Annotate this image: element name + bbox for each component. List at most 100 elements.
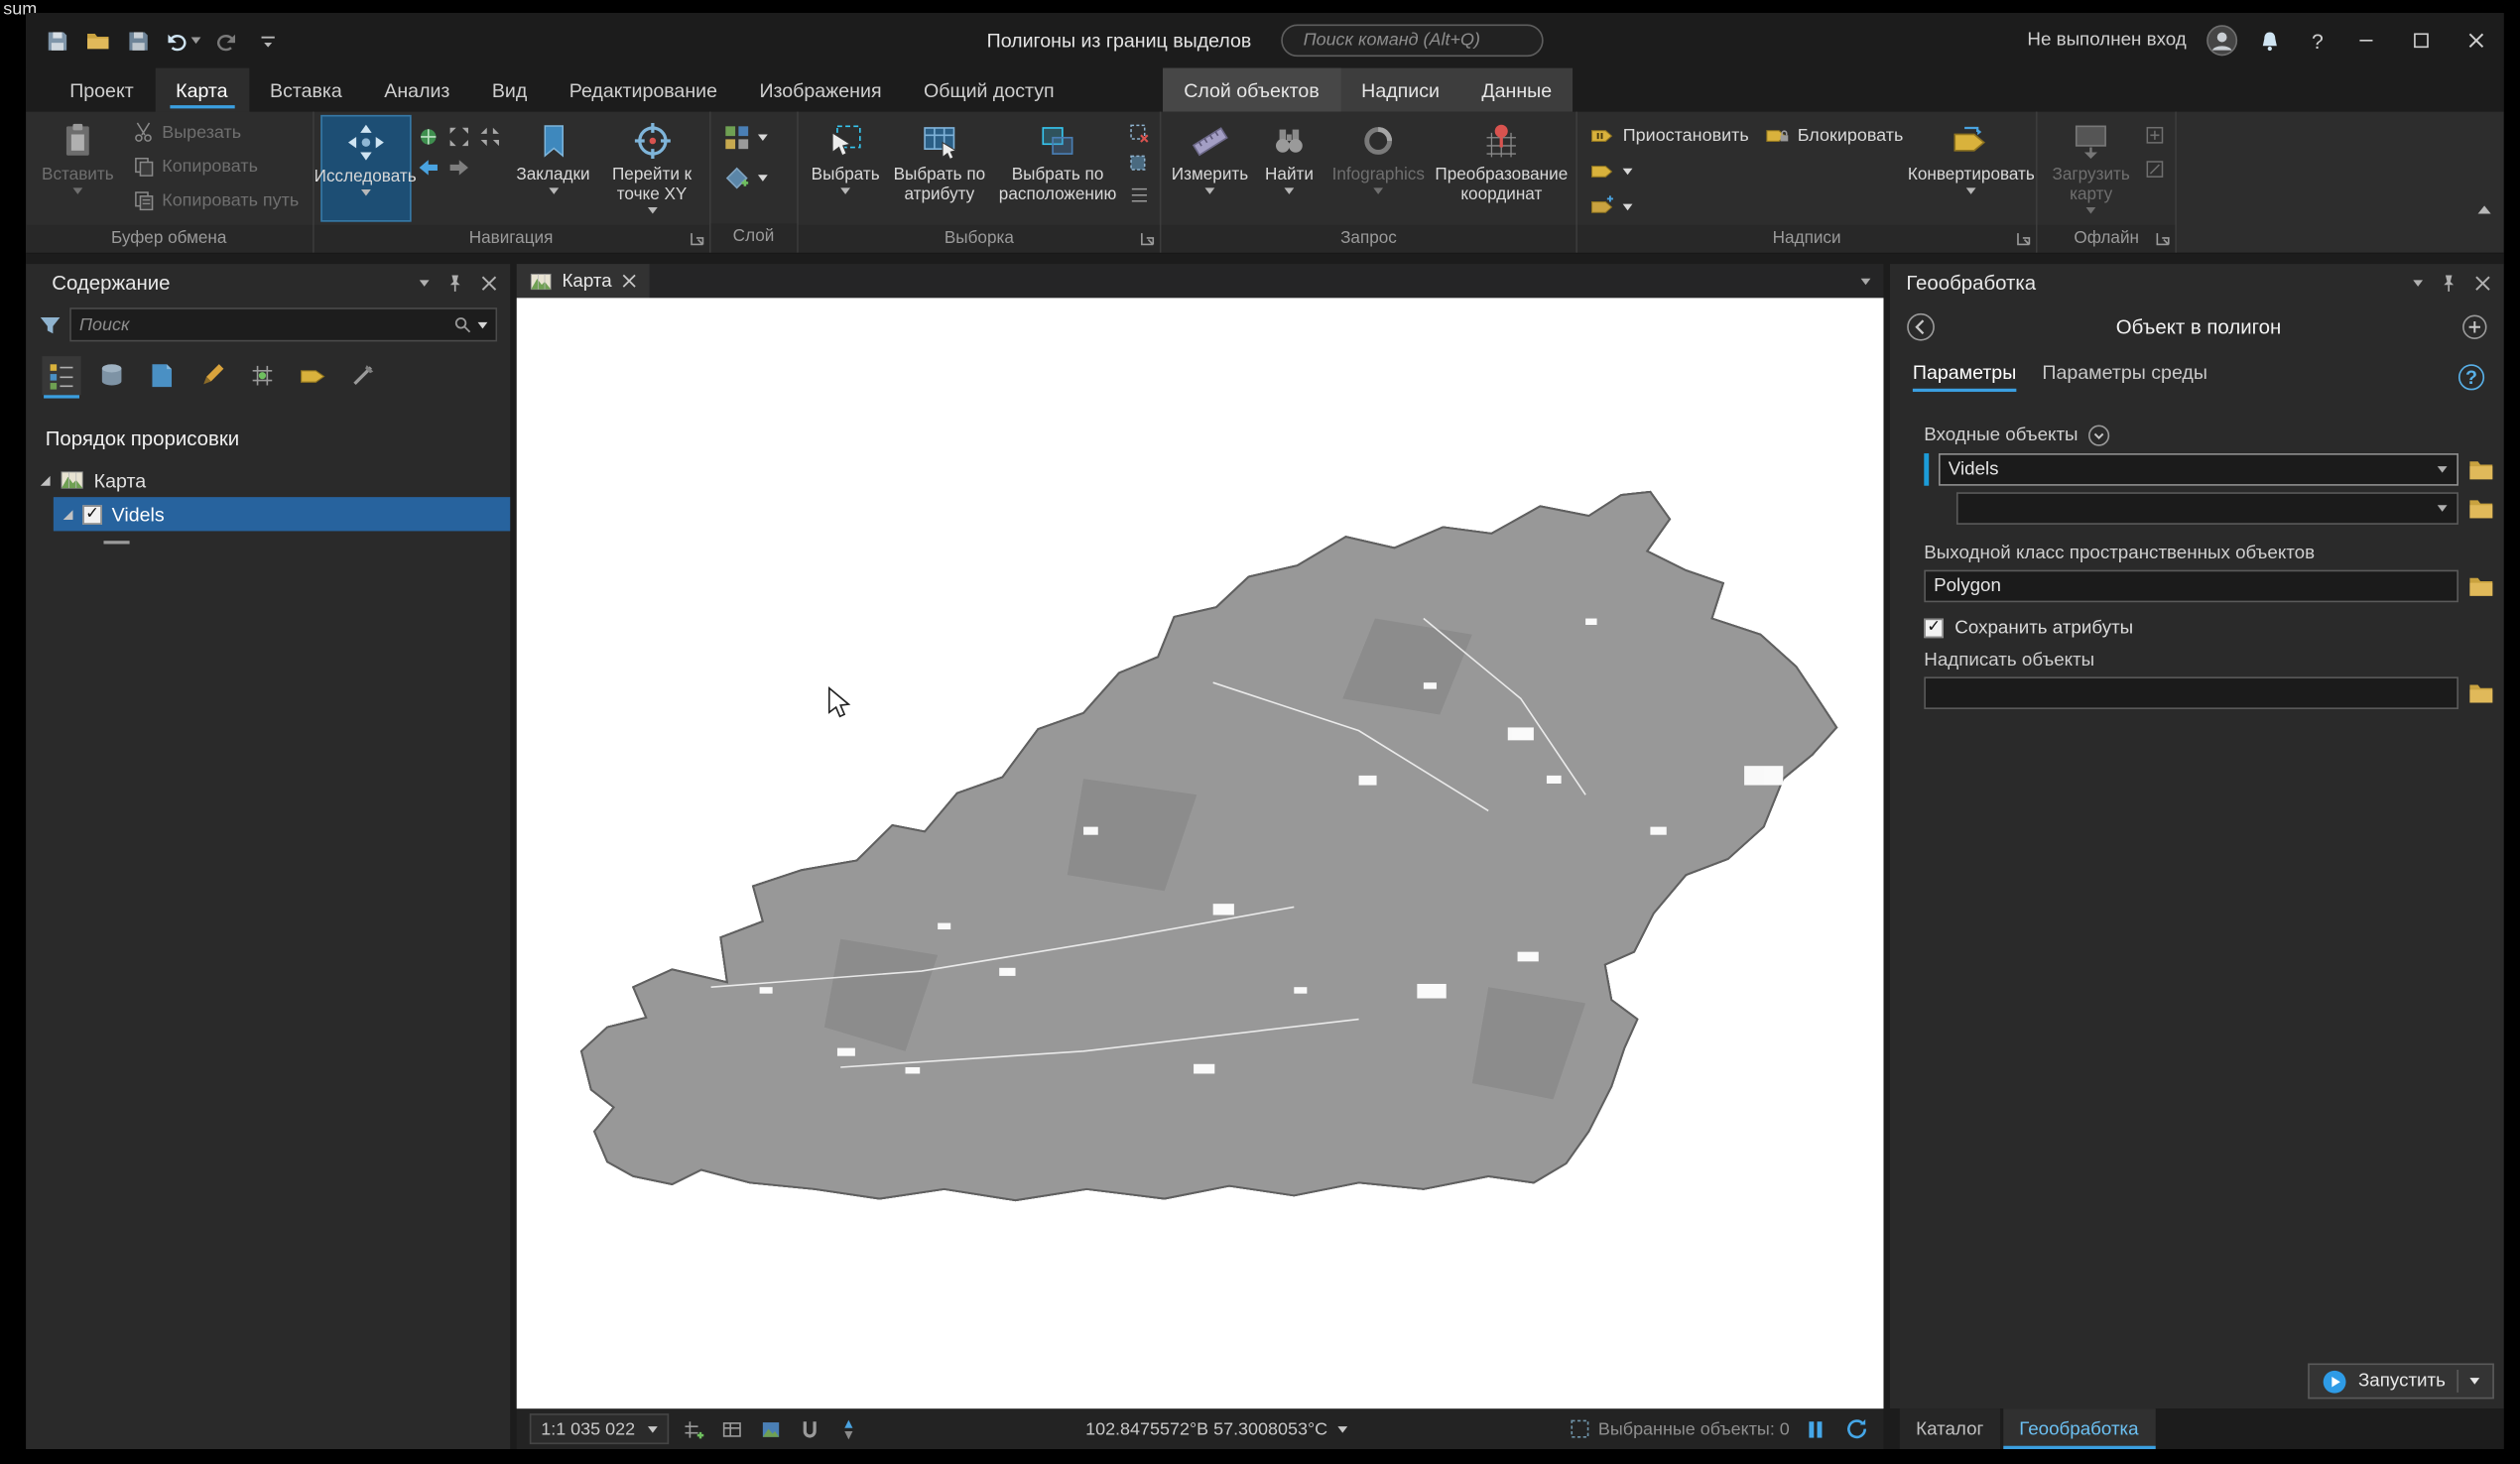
maximize-button[interactable] — [2394, 13, 2450, 68]
keep-attributes-checkbox[interactable] — [1924, 618, 1944, 639]
pause-labels-button[interactable]: Приостановить — [1584, 118, 1756, 152]
filter-icon[interactable] — [39, 313, 62, 336]
input-features-combobox[interactable] — [1938, 453, 2458, 486]
pause-drawing-button[interactable] — [1809, 1420, 1823, 1437]
tab-data[interactable]: Данные — [1460, 68, 1573, 112]
run-button[interactable]: Запустить — [2308, 1363, 2494, 1400]
customize-quick-access-button[interactable] — [249, 20, 285, 61]
sign-in-status[interactable]: Не выполнен вход — [2027, 31, 2186, 51]
full-extent-button[interactable] — [414, 121, 442, 150]
add-data-button[interactable] — [716, 161, 773, 194]
invert-selection-button[interactable] — [1126, 151, 1154, 179]
scale-combobox[interactable]: 1:1 035 022 — [529, 1413, 670, 1445]
output-feature-class-input[interactable] — [1924, 569, 2458, 603]
map-document-tab[interactable]: Карта — [516, 264, 650, 299]
refresh-view-button[interactable] — [1841, 1413, 1870, 1444]
remove-map-button[interactable] — [2141, 156, 2169, 183]
undo-button[interactable] — [161, 20, 204, 61]
redo-button[interactable] — [209, 20, 245, 61]
list-by-perspective-button[interactable] — [343, 356, 382, 395]
select-by-attribute-button[interactable]: Выбрать по атрибуту — [889, 115, 989, 222]
pin-icon[interactable] — [2439, 274, 2458, 294]
tab-insert[interactable]: Вставка — [249, 68, 363, 112]
snapping-toggle-button[interactable] — [796, 1413, 824, 1444]
tree-item-videls[interactable]: Videls — [53, 497, 511, 532]
paste-button[interactable]: Вставить — [33, 115, 123, 222]
fixed-zoom-in-button[interactable] — [444, 121, 473, 150]
list-by-selection-button[interactable] — [143, 356, 182, 395]
command-search-input[interactable] — [1303, 31, 1534, 51]
previous-extent-button[interactable] — [414, 152, 442, 181]
explore-button[interactable]: Исследовать — [315, 114, 417, 222]
save-as-button[interactable] — [120, 20, 156, 61]
tab-edit[interactable]: Редактирование — [549, 68, 739, 112]
sync-map-button[interactable] — [2141, 121, 2169, 149]
tree-item-map[interactable]: Карта — [26, 463, 510, 497]
infographics-button[interactable]: Infographics — [1326, 115, 1430, 222]
labeling-option-2-button[interactable] — [1584, 189, 1756, 223]
expand-parameter-icon[interactable] — [2087, 425, 2110, 447]
map-view[interactable] — [516, 298, 1884, 1409]
chevron-down-icon[interactable] — [477, 321, 488, 328]
north-orientation-button[interactable] — [834, 1413, 863, 1444]
list-by-snapping-button[interactable] — [243, 356, 282, 395]
bookmarks-button[interactable]: Закладки — [508, 115, 598, 222]
list-by-labeling-button[interactable] — [293, 356, 331, 395]
tab-imagery[interactable]: Изображения — [738, 68, 903, 112]
convert-labels-button[interactable]: Конвертировать — [1908, 115, 2035, 222]
chevron-down-icon[interactable] — [2469, 1378, 2480, 1385]
tab-list-chevron[interactable] — [1860, 264, 1884, 298]
coordinates-readout[interactable]: 102.8475572°В 57.3008053°С — [1085, 1419, 1347, 1438]
copy-button[interactable]: Копировать — [126, 149, 305, 183]
list-by-data-source-button[interactable] — [92, 356, 131, 395]
tab-geoprocessing[interactable]: Геообработка — [2002, 1408, 2155, 1449]
tab-feature-layer[interactable]: Слой объектов — [1162, 67, 1340, 112]
download-map-button[interactable]: Загрузить карту — [2044, 115, 2138, 222]
lock-labels-button[interactable]: Блокировать — [1759, 118, 1910, 152]
close-icon[interactable] — [481, 276, 497, 292]
browse-folder-icon[interactable] — [2468, 681, 2494, 704]
select-button[interactable]: Выбрать — [805, 115, 886, 222]
tab-project[interactable]: Проект — [49, 68, 155, 112]
browse-folder-icon[interactable] — [2468, 575, 2494, 598]
selected-features-status[interactable]: Выбранные объекты: 0 — [1570, 1418, 1790, 1439]
select-by-location-button[interactable]: Выбрать по расположению — [993, 115, 1123, 222]
fixed-zoom-out-button[interactable] — [475, 121, 504, 150]
expand-triangle-icon[interactable] — [40, 475, 51, 485]
coordinate-conversion-button[interactable]: Преобразование координат — [1434, 115, 1570, 222]
dialog-launcher-icon[interactable] — [1140, 231, 1155, 246]
tool-help-button[interactable]: ? — [2457, 363, 2485, 390]
tab-share[interactable]: Общий доступ — [903, 68, 1075, 112]
list-by-editing-button[interactable] — [192, 356, 231, 395]
tab-labeling[interactable]: Надписи — [1340, 68, 1460, 112]
attribute-table-button[interactable] — [717, 1413, 746, 1444]
input-features-combobox-2[interactable] — [1955, 492, 2458, 525]
dialog-launcher-icon[interactable] — [2156, 231, 2171, 246]
dialog-launcher-icon[interactable] — [690, 231, 704, 246]
panel-menu-chevron-icon[interactable] — [2413, 280, 2424, 287]
tab-map[interactable]: Карта — [154, 67, 249, 112]
locate-button[interactable]: Найти — [1255, 115, 1323, 222]
panel-menu-chevron-icon[interactable] — [419, 280, 430, 287]
contents-search-input[interactable] — [78, 314, 447, 335]
command-search[interactable] — [1280, 24, 1544, 58]
tab-parameters[interactable]: Параметры — [1912, 361, 2016, 393]
tab-catalog[interactable]: Каталог — [1899, 1408, 2000, 1449]
add-icon[interactable] — [2461, 314, 2487, 340]
list-by-drawing-order-button[interactable] — [42, 356, 81, 399]
close-icon[interactable] — [621, 274, 636, 289]
layout-button[interactable] — [757, 1413, 786, 1444]
contents-search-box[interactable] — [69, 307, 498, 342]
clear-selection-button[interactable] — [1126, 120, 1154, 148]
input-features-value[interactable] — [1948, 459, 2432, 480]
selection-options-button[interactable] — [1126, 182, 1154, 209]
minimize-button[interactable] — [2338, 13, 2394, 68]
next-extent-button[interactable] — [444, 152, 473, 181]
account-button[interactable] — [2203, 20, 2241, 61]
tab-environments[interactable]: Параметры среды — [2042, 361, 2207, 392]
open-project-button[interactable] — [79, 20, 115, 61]
close-window-button[interactable] — [2449, 13, 2504, 68]
label-features-value[interactable] — [1934, 682, 2455, 703]
close-icon[interactable] — [2474, 276, 2490, 292]
cut-button[interactable]: Вырезать — [126, 115, 305, 149]
